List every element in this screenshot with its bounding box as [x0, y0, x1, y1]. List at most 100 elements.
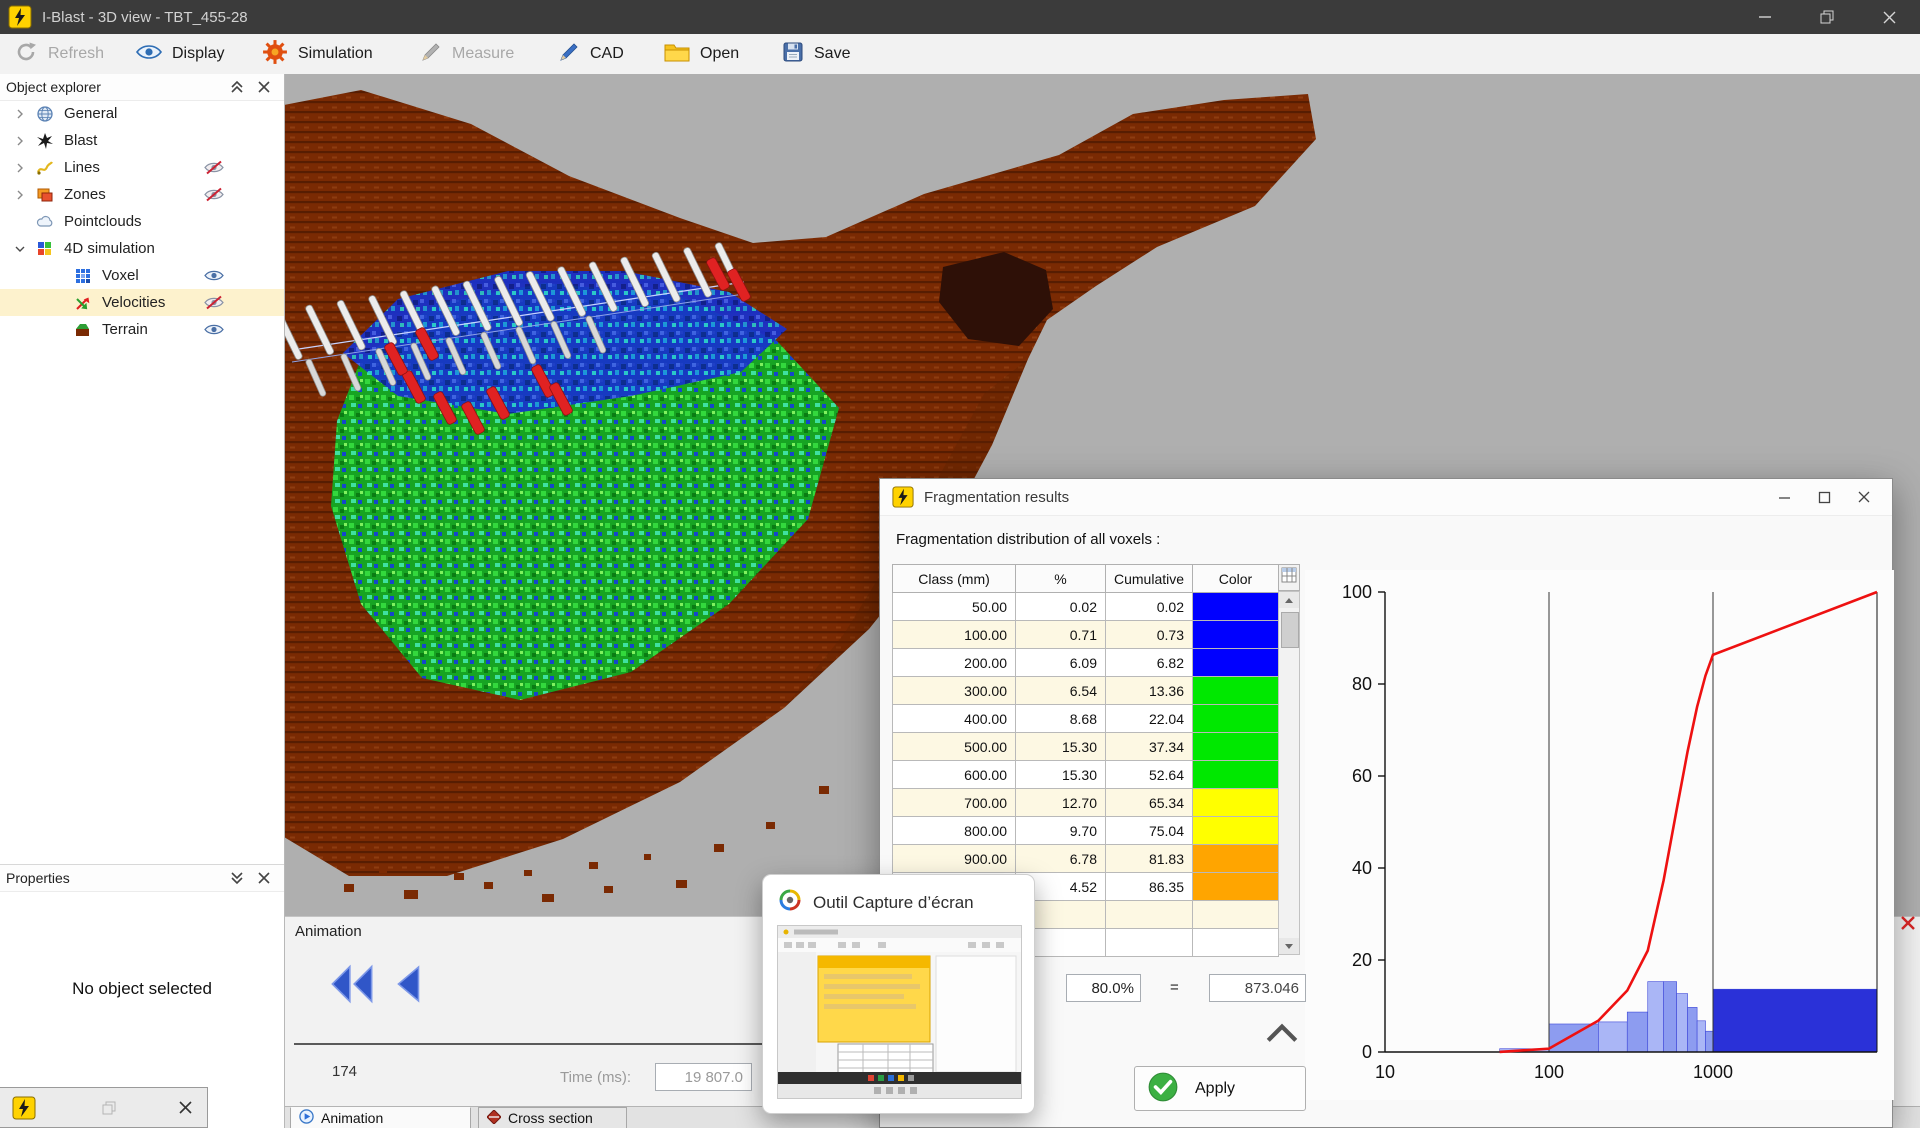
visibility-on-icon[interactable] — [204, 322, 224, 337]
table-row[interactable]: 600.0015.3052.64 — [893, 761, 1279, 789]
table-row[interactable]: 500.0015.3037.34 — [893, 733, 1279, 761]
collapse-arrow-icon[interactable] — [12, 241, 28, 257]
pct-cell[interactable]: 9.70 — [1016, 817, 1106, 845]
apply-button[interactable]: Apply — [1134, 1066, 1306, 1111]
table-scrollbar[interactable] — [1278, 591, 1300, 955]
visibility-off-icon[interactable] — [204, 187, 224, 202]
pct-cell[interactable]: 6.78 — [1016, 845, 1106, 873]
cumulative-cell[interactable]: 22.04 — [1106, 705, 1193, 733]
cumulative-cell[interactable]: 0.73 — [1106, 621, 1193, 649]
table-row[interactable]: 200.006.096.82 — [893, 649, 1279, 677]
cumulative-cell[interactable]: 13.36 — [1106, 677, 1193, 705]
cumulative-cell[interactable]: 0.02 — [1106, 593, 1193, 621]
table-row[interactable]: 50.000.020.02 — [893, 593, 1279, 621]
color-cell[interactable] — [1193, 873, 1279, 901]
cumulative-cell[interactable]: 37.34 — [1106, 733, 1193, 761]
color-cell[interactable] — [1193, 929, 1279, 957]
close-panel-icon[interactable] — [258, 80, 270, 98]
tree-item-general[interactable]: General — [0, 100, 284, 127]
tree-item-4d-simulation[interactable]: 4D simulation — [0, 235, 284, 262]
pct-cell[interactable]: 12.70 — [1016, 789, 1106, 817]
cumulative-cell[interactable] — [1106, 901, 1193, 929]
class-cell[interactable]: 400.00 — [893, 705, 1016, 733]
minimize-button[interactable] — [1734, 0, 1796, 34]
dock-close-icon[interactable] — [1899, 914, 1917, 932]
chevron-up-icon[interactable] — [1264, 1019, 1300, 1047]
col-percent[interactable]: % — [1016, 565, 1106, 593]
scroll-down-icon[interactable] — [1279, 938, 1299, 954]
pct-cell[interactable]: 6.09 — [1016, 649, 1106, 677]
class-cell[interactable]: 900.00 — [893, 845, 1016, 873]
time-field[interactable]: 19 807.0 — [655, 1063, 752, 1091]
col-class[interactable]: Class (mm) — [893, 565, 1016, 593]
class-cell[interactable]: 200.00 — [893, 649, 1016, 677]
simulation-button[interactable]: Simulation — [262, 34, 373, 74]
color-cell[interactable] — [1193, 761, 1279, 789]
titlebar[interactable]: I-Blast - 3D view - TBT_455-28 — [0, 0, 1920, 34]
class-cell[interactable]: 600.00 — [893, 761, 1016, 789]
collapse-all-icon[interactable] — [230, 80, 244, 99]
pct-cell[interactable]: 8.68 — [1016, 705, 1106, 733]
cumulative-cell[interactable]: 6.82 — [1106, 649, 1193, 677]
col-cumulative[interactable]: Cumulative — [1106, 565, 1193, 593]
close-panel-icon[interactable] — [258, 871, 270, 889]
step-back-button[interactable] — [390, 961, 428, 1010]
visibility-on-icon[interactable] — [204, 268, 224, 283]
class-cell[interactable]: 800.00 — [893, 817, 1016, 845]
cumulative-cell[interactable]: 75.04 — [1106, 817, 1193, 845]
expand-arrow-icon[interactable] — [12, 160, 28, 176]
capture-thumbnail[interactable] — [777, 925, 1022, 1099]
visibility-off-icon[interactable] — [204, 295, 224, 310]
class-cell[interactable]: 300.00 — [893, 677, 1016, 705]
tree-item-voxel[interactable]: Voxel — [0, 262, 284, 289]
pct-cell[interactable]: 6.54 — [1016, 677, 1106, 705]
class-cell[interactable]: 500.00 — [893, 733, 1016, 761]
table-row[interactable]: 900.006.7881.83 — [893, 845, 1279, 873]
minimized-window-titlebar[interactable] — [0, 1087, 208, 1128]
tree-item-lines[interactable]: Lines — [0, 154, 284, 181]
dialog-titlebar[interactable]: Fragmentation results — [880, 479, 1892, 516]
color-cell[interactable] — [1193, 593, 1279, 621]
class-cell[interactable]: 700.00 — [893, 789, 1016, 817]
dialog-close-button[interactable] — [1844, 479, 1884, 515]
color-cell[interactable] — [1193, 845, 1279, 873]
passing-percent-field[interactable]: 80.0% — [1066, 974, 1141, 1002]
table-row[interactable]: 100.000.710.73 — [893, 621, 1279, 649]
pct-cell[interactable]: 15.30 — [1016, 733, 1106, 761]
color-cell[interactable] — [1193, 733, 1279, 761]
passing-size-field[interactable]: 873.046 — [1209, 974, 1306, 1002]
rewind-button[interactable] — [328, 961, 376, 1010]
color-cell[interactable] — [1193, 621, 1279, 649]
color-cell[interactable] — [1193, 789, 1279, 817]
scroll-up-icon[interactable] — [1279, 592, 1299, 608]
copy-table-button[interactable] — [1278, 564, 1300, 591]
scrollbar-thumb[interactable] — [1281, 612, 1299, 648]
tab-animation[interactable]: Animation — [290, 1107, 471, 1128]
pct-cell[interactable]: 15.30 — [1016, 761, 1106, 789]
restore-button[interactable] — [1796, 0, 1858, 34]
tree-item-blast[interactable]: Blast — [0, 127, 284, 154]
expand-arrow-icon[interactable] — [12, 133, 28, 149]
display-button[interactable]: Display — [136, 34, 224, 74]
dialog-minimize-button[interactable] — [1764, 479, 1804, 515]
table-row[interactable]: 800.009.7075.04 — [893, 817, 1279, 845]
refresh-button[interactable]: Refresh — [14, 34, 104, 74]
tree-item-zones[interactable]: Zones — [0, 181, 284, 208]
color-cell[interactable] — [1193, 677, 1279, 705]
cumulative-cell[interactable]: 52.64 — [1106, 761, 1193, 789]
pct-cell[interactable]: 0.02 — [1016, 593, 1106, 621]
table-row[interactable]: 300.006.5413.36 — [893, 677, 1279, 705]
tree-item-terrain[interactable]: Terrain — [0, 316, 284, 343]
cumulative-cell[interactable]: 81.83 — [1106, 845, 1193, 873]
expand-arrow-icon[interactable] — [12, 106, 28, 122]
cumulative-cell[interactable]: 86.35 — [1106, 873, 1193, 901]
color-cell[interactable] — [1193, 705, 1279, 733]
dialog-maximize-button[interactable] — [1804, 479, 1844, 515]
visibility-off-icon[interactable] — [204, 160, 224, 175]
expand-all-icon[interactable] — [230, 871, 244, 890]
cad-button[interactable]: CAD — [558, 34, 624, 74]
open-button[interactable]: Open — [664, 34, 739, 74]
class-cell[interactable]: 50.00 — [893, 593, 1016, 621]
capture-titlebar[interactable]: Outil Capture d’écran — [779, 889, 974, 916]
pct-cell[interactable]: 0.71 — [1016, 621, 1106, 649]
